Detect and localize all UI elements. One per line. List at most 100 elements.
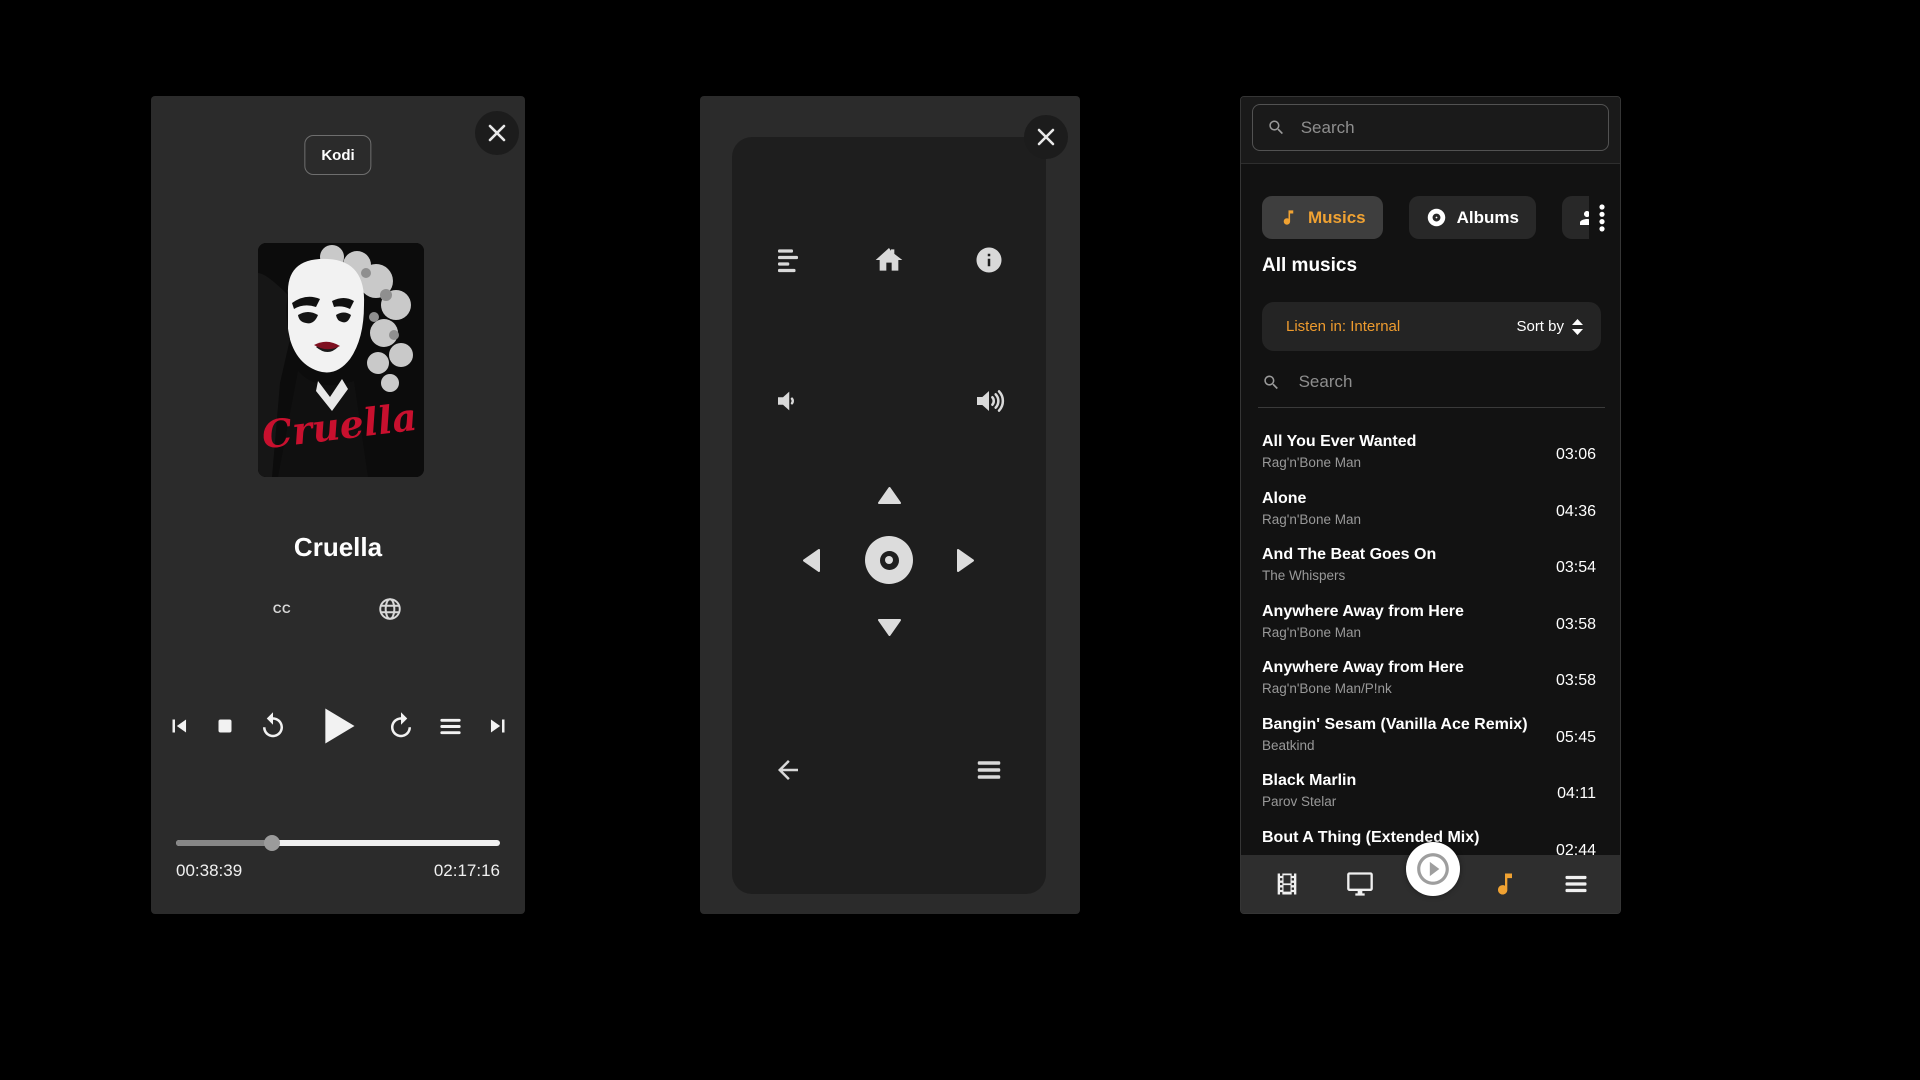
context-menu-button[interactable] <box>969 750 1009 790</box>
dpad-select-icon <box>880 551 899 570</box>
skip-previous-icon <box>166 713 192 739</box>
tabs-overflow-button[interactable] <box>1591 196 1613 239</box>
playlist-button[interactable] <box>437 713 464 740</box>
dpad-down-button[interactable] <box>877 618 902 637</box>
dpad-left-button[interactable] <box>802 548 821 573</box>
replay-icon <box>258 711 288 741</box>
menu-icon <box>974 755 1004 785</box>
tab-musics-label: Musics <box>1308 208 1366 228</box>
cruella-poster-art: Cruella <box>258 243 424 477</box>
song-duration: 05:45 <box>1556 729 1596 747</box>
close-icon <box>486 122 508 144</box>
forward-icon <box>386 711 416 741</box>
skip-next-button[interactable] <box>485 713 511 739</box>
song-title: Anywhere Away from Here <box>1262 659 1532 677</box>
close-button[interactable] <box>475 111 519 155</box>
album-disc-icon <box>1426 207 1447 228</box>
info-icon <box>974 245 1004 275</box>
tab-musics[interactable]: Musics <box>1262 196 1383 239</box>
artists-people-icon <box>1579 206 1589 230</box>
song-row[interactable]: Anywhere Away from Here Rag'n'Bone Man 03:… <box>1241 596 1620 653</box>
nav-movies-button[interactable] <box>1267 864 1307 904</box>
tab-artists[interactable]: Artists <box>1562 196 1589 239</box>
back-button[interactable] <box>768 750 808 790</box>
song-row[interactable]: And The Beat Goes On The Whispers 03:54 <box>1241 539 1620 596</box>
dpad-up-button[interactable] <box>877 486 902 505</box>
transport-controls <box>151 694 525 758</box>
global-search-input[interactable] <box>1299 117 1594 139</box>
song-list: All You Ever WantedRag'n'Bone Man03:06Al… <box>1241 426 1620 913</box>
song-row[interactable]: Bangin' Sesam (Vanilla Ace Remix) Beatkin… <box>1241 709 1620 766</box>
stop-button[interactable] <box>213 714 237 738</box>
home-button[interactable] <box>869 240 909 280</box>
sort-icon <box>1571 319 1584 335</box>
library-heading: All musics <box>1262 255 1357 277</box>
seek-thumb[interactable] <box>264 835 280 851</box>
song-title: Bangin' Sesam (Vanilla Ace Remix) <box>1262 716 1532 734</box>
tab-albums[interactable]: Albums <box>1409 196 1536 239</box>
play-icon <box>309 698 365 754</box>
volume-row <box>768 381 1009 421</box>
nav-music-button[interactable] <box>1485 864 1525 904</box>
search-icon <box>1262 372 1281 393</box>
remote-panel <box>700 96 1080 914</box>
volume-down-button[interactable] <box>768 381 808 421</box>
song-title: Anywhere Away from Here <box>1262 603 1532 621</box>
close-button[interactable] <box>1024 115 1068 159</box>
home-icon <box>873 244 905 276</box>
remote-pad <box>732 137 1046 894</box>
queue-list-icon <box>773 245 803 275</box>
now-playing-fab[interactable] <box>1406 842 1460 896</box>
skip-next-icon <box>485 713 511 739</box>
nav-tv-button[interactable] <box>1340 864 1380 904</box>
tab-albums-label: Albums <box>1457 208 1519 228</box>
music-note-icon <box>1491 870 1519 898</box>
queue-button[interactable] <box>768 240 808 280</box>
forward-button[interactable] <box>386 711 416 741</box>
play-circle-icon <box>1414 850 1452 888</box>
song-row[interactable]: Black MarlinParov Stelar04:11 <box>1241 765 1620 822</box>
song-row[interactable]: Anywhere Away from HereRag'n'Bone Man/P!… <box>1241 652 1620 709</box>
dpad-select-button[interactable] <box>865 536 913 584</box>
song-artist: Rag'n'Bone Man <box>1262 512 1532 527</box>
song-artist: Beatkind <box>1262 738 1532 753</box>
audio-language-button[interactable] <box>377 596 403 622</box>
song-artist: Rag'n'Bone Man <box>1262 455 1532 470</box>
stop-icon <box>213 714 237 738</box>
listen-in-button[interactable]: Listen in: Internal <box>1286 318 1400 335</box>
skip-previous-button[interactable] <box>166 713 192 739</box>
song-duration: 03:58 <box>1556 616 1596 634</box>
song-row[interactable]: All You Ever WantedRag'n'Bone Man03:06 <box>1241 426 1620 483</box>
play-button[interactable] <box>309 698 365 754</box>
song-artist: Rag'n'Bone Man <box>1262 625 1532 640</box>
list-filter-input[interactable] <box>1297 371 1599 393</box>
song-title: And The Beat Goes On <box>1262 546 1532 564</box>
stream-options-row: CC <box>151 596 525 622</box>
song-artist: The Whispers <box>1262 568 1532 583</box>
time-row: 00:38:39 02:17:16 <box>176 861 500 881</box>
desktop-background: Kodi Cruella <box>0 0 1920 1080</box>
global-search-box[interactable] <box>1252 104 1609 151</box>
movie-poster: Cruella <box>258 243 424 477</box>
dpad-right-button[interactable] <box>956 548 975 573</box>
song-row[interactable]: AloneRag'n'Bone Man04:36 <box>1241 483 1620 540</box>
library-tabs: Musics Albums Artists <box>1262 196 1589 239</box>
sort-by-label: Sort by <box>1516 318 1564 335</box>
nav-more-button[interactable] <box>1556 864 1596 904</box>
seek-bar[interactable] <box>176 836 500 850</box>
song-duration: 04:36 <box>1556 503 1596 521</box>
back-arrow-icon <box>773 755 803 785</box>
info-button[interactable] <box>969 240 1009 280</box>
song-duration: 03:54 <box>1556 559 1596 577</box>
kodi-host-chip[interactable]: Kodi <box>304 135 371 175</box>
filmstrip-icon <box>1273 870 1301 898</box>
subtitles-button[interactable]: CC <box>273 603 291 615</box>
library-header <box>1241 97 1620 164</box>
sort-by-button[interactable]: Sort by <box>1516 318 1584 335</box>
tv-monitor-icon <box>1346 870 1374 898</box>
list-filter-box[interactable] <box>1262 362 1599 402</box>
list-divider <box>1258 407 1605 408</box>
volume-up-button[interactable] <box>969 381 1009 421</box>
song-duration: 04:11 <box>1557 785 1596 803</box>
rewind-button[interactable] <box>258 711 288 741</box>
